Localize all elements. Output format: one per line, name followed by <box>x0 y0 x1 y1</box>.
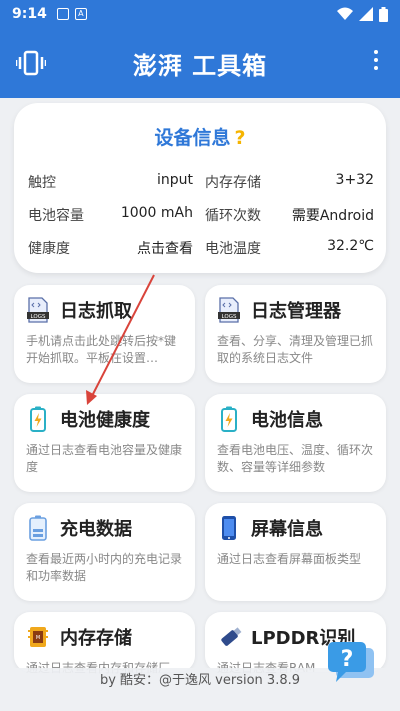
info-label: 循环次数 <box>205 207 261 224</box>
battery-data-icon <box>26 515 50 541</box>
help-chat-button[interactable]: ? <box>326 640 376 686</box>
info-row: 电池容量 1000 mAh 循环次数 需要Android <box>28 198 374 231</box>
tile-title: 屏幕信息 <box>251 519 323 540</box>
tile-battery-info[interactable]: 电池信息 查看电池电压、温度、循环次数、容量等详细参数 <box>205 394 386 492</box>
info-value: 1000 mAh <box>120 204 193 221</box>
info-label: 触控 <box>28 174 56 191</box>
tile-desc: 通过日志查看电池容量及健康度 <box>26 443 183 474</box>
tile-title: 电池健康度 <box>60 410 150 431</box>
info-label: 电池温度 <box>205 240 261 257</box>
tile-desc: 查看最近两小时内的充电记录和功率数据 <box>26 552 183 583</box>
a-notification-icon: A <box>74 8 87 20</box>
info-value: 32.2℃ <box>327 237 374 254</box>
status-bar: 9:14 A <box>0 0 400 28</box>
info-value: input <box>156 171 193 188</box>
info-memory: 内存存储 3+32 <box>201 172 374 192</box>
tile-desc: 查看、分享、清理及管理已抓取的系统日志文件 <box>217 334 374 365</box>
tile-title: 电池信息 <box>251 410 323 431</box>
battery-charging-icon <box>217 406 241 432</box>
svg-text:M: M <box>36 635 40 641</box>
status-time: 9:14 <box>12 6 47 22</box>
tile-memory-storage[interactable]: M 内存存储 通过日志查看内存和存储厂 <box>14 612 195 675</box>
info-row: 健康度 点击查看 电池温度 32.2℃ <box>28 231 374 264</box>
tile-title: 日志抓取 <box>60 301 132 322</box>
info-value: 需要Android <box>291 207 374 224</box>
tile-desc: 通过日志查看屏幕面板类型 <box>217 552 362 566</box>
info-cycle-count: 循环次数 需要Android <box>201 205 374 225</box>
device-info-title: 设备信息? <box>14 123 386 150</box>
info-label: 电池容量 <box>28 207 84 224</box>
info-health[interactable]: 健康度 点击查看 <box>28 238 201 258</box>
wifi-icon <box>337 7 353 20</box>
info-value: 3+32 <box>335 171 374 188</box>
device-info-heading: 设备信息 <box>154 127 231 149</box>
more-menu-icon[interactable] <box>374 50 378 70</box>
svg-text:LOGS: LOGS <box>31 314 46 320</box>
info-row: 触控 input 内存存储 3+32 <box>28 165 374 198</box>
tile-desc: 手机请点击此处跳转后按*键开始抓取。平板在设置… <box>26 334 177 365</box>
help-bubble-icon: ? <box>328 642 374 682</box>
app-title: 澎湃 工具箱 <box>132 51 268 80</box>
signal-icon <box>359 7 373 21</box>
phone-icon <box>217 515 241 541</box>
tile-screen-info[interactable]: 屏幕信息 通过日志查看屏幕面板类型 <box>205 503 386 601</box>
usb-drive-icon <box>217 624 242 650</box>
info-touch: 触控 input <box>28 172 201 192</box>
log-file-icon: LOGS <box>26 297 50 323</box>
svg-text:LOGS: LOGS <box>222 314 237 320</box>
tile-log-capture[interactable]: LOGS 日志抓取 手机请点击此处跳转后按*键开始抓取。平板在设置… <box>14 285 195 383</box>
vibrate-icon[interactable] <box>15 50 47 80</box>
battery-charging-icon <box>26 406 50 432</box>
tile-title: 日志管理器 <box>251 301 341 322</box>
info-label: 健康度 <box>28 240 70 257</box>
tile-title: 充电数据 <box>60 519 132 540</box>
device-info-grid: 触控 input 内存存储 3+32 电池容量 1000 mAh 循环次数 需要Andr… <box>28 165 374 264</box>
tile-desc: 查看电池电压、温度、循环次数、容量等详细参数 <box>217 443 374 474</box>
tile-title: 内存存储 <box>60 628 132 649</box>
svg-text:?: ? <box>341 647 354 672</box>
info-battery-temp: 电池温度 32.2℃ <box>201 238 374 258</box>
info-battery-capacity: 电池容量 1000 mAh <box>28 205 201 225</box>
memory-chip-icon: M <box>26 624 50 650</box>
info-label: 内存存储 <box>205 174 261 191</box>
device-info-card: 设备信息? 触控 input 内存存储 3+32 电池容量 1000 mAh 循环次数… <box>14 103 386 273</box>
app-bar: 澎湃 工具箱 <box>0 28 400 98</box>
tile-battery-health[interactable]: 电池健康度 通过日志查看电池容量及健康度 <box>14 394 195 492</box>
tile-log-manager[interactable]: LOGS 日志管理器 查看、分享、清理及管理已抓取的系统日志文件 <box>205 285 386 383</box>
log-file-icon: LOGS <box>217 297 241 323</box>
tile-charging-data[interactable]: 充电数据 查看最近两小时内的充电记录和功率数据 <box>14 503 195 601</box>
help-question-icon[interactable]: ? <box>234 127 245 149</box>
gallery-notification-icon <box>56 8 69 20</box>
health-check-link[interactable]: 点击查看 <box>137 238 193 258</box>
battery-icon <box>379 6 388 22</box>
